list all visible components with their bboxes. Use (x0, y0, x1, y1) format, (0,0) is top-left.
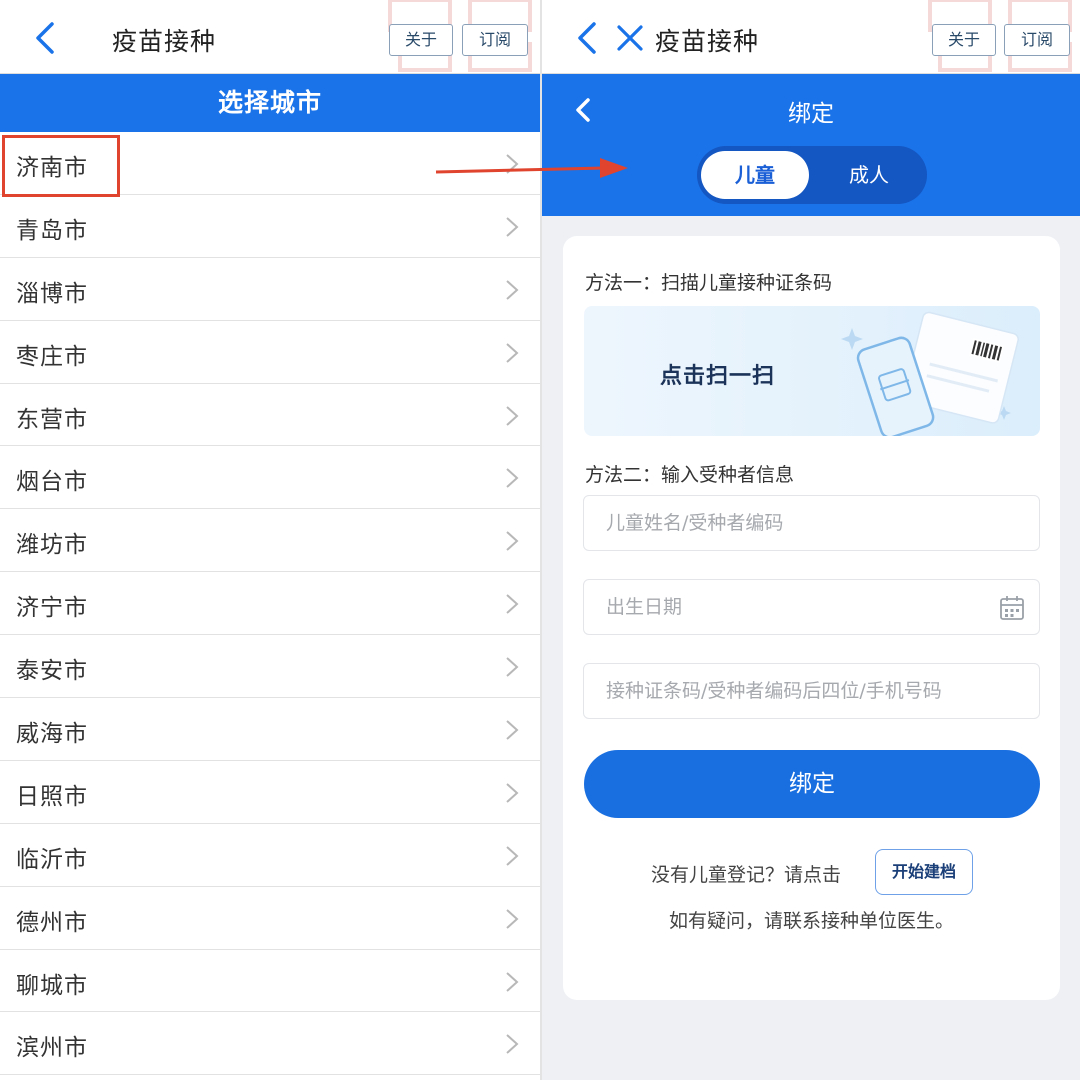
register-prompt: 没有儿童登记？请点击 (651, 864, 842, 886)
city-list-item[interactable]: 临沂市 (0, 823, 540, 887)
chevron-right-icon (506, 846, 519, 866)
app-title: 疫苗接种 (112, 27, 217, 56)
chevron-right-icon (506, 280, 519, 300)
city-name: 威海市 (16, 721, 88, 748)
scan-label: 点击扫一扫 (660, 364, 776, 389)
city-name: 青岛市 (16, 217, 88, 244)
method-two-label: 方法二：输入受种者信息 (585, 464, 795, 486)
city-list-item[interactable]: 泰安市 (0, 635, 540, 699)
city-list-item[interactable]: 威海市 (0, 698, 540, 761)
city-list-item[interactable]: 烟台市 (0, 446, 540, 510)
city-name: 东营市 (16, 406, 88, 433)
city-list-header: 选择城市 (0, 74, 540, 132)
back-icon[interactable] (572, 20, 602, 56)
top-bar: 疫苗接种 关于 订阅 (0, 0, 540, 74)
chevron-right-icon (506, 531, 519, 552)
chevron-right-icon (506, 1034, 519, 1055)
chevron-right-icon (506, 342, 519, 363)
city-name: 枣庄市 (16, 343, 88, 370)
bind-header: 绑定 儿童 成人 (542, 74, 1080, 216)
city-name: 济宁市 (16, 595, 88, 622)
chevron-right-icon (506, 594, 519, 614)
tab-child[interactable]: 儿童 (701, 151, 809, 199)
subscribe-button[interactable]: 订阅 (1004, 24, 1070, 56)
city-list-item[interactable]: 济宁市 (0, 572, 540, 636)
chevron-right-icon (506, 468, 519, 489)
city-list-item[interactable]: 淄博市 (0, 257, 540, 321)
app-title: 疫苗接种 (655, 27, 760, 56)
city-name: 潍坊市 (16, 532, 88, 559)
start-register-button[interactable]: 开始建档 (875, 849, 973, 895)
close-icon[interactable] (614, 22, 646, 54)
city-name: 泰安市 (16, 658, 88, 685)
bind-button[interactable]: 绑定 (584, 750, 1040, 818)
city-list-item[interactable]: 枣庄市 (0, 320, 540, 384)
about-button[interactable]: 关于 (389, 24, 453, 56)
chevron-right-icon (506, 405, 519, 426)
city-list-item[interactable]: 德州市 (0, 886, 540, 950)
chevron-right-icon (506, 908, 519, 929)
register-row: 没有儿童登记？请点击 开始建档 (563, 846, 1060, 896)
city-list-item[interactable]: 青岛市 (0, 194, 540, 258)
chevron-right-icon (506, 783, 519, 803)
city-list-item[interactable]: 聊城市 (0, 949, 540, 1013)
page-title: 绑定 (788, 101, 834, 127)
scan-card[interactable]: 点击扫一扫 (584, 306, 1040, 436)
user-type-toggle: 儿童 成人 (697, 146, 927, 204)
city-name: 临沂市 (16, 846, 88, 873)
city-name: 德州市 (16, 909, 88, 936)
method-one-label: 方法一：扫描儿童接种证条码 (585, 272, 833, 294)
birth-date-input[interactable] (584, 580, 1039, 634)
bind-form-card: 方法一：扫描儿童接种证条码 点击扫一扫 方法二：输入受种者信息 儿童姓名/受种者… (563, 236, 1060, 1000)
city-list-item[interactable]: 日照市 (0, 760, 540, 824)
subscribe-button[interactable]: 订阅 (462, 24, 528, 56)
city-name: 滨州市 (16, 1035, 88, 1062)
phone-scan-illustration-icon (841, 311, 1019, 436)
chevron-right-icon (506, 971, 519, 992)
city-name: 淄博市 (16, 280, 88, 307)
city-list-item[interactable]: 滨州市 (0, 1012, 540, 1076)
birth-date-field[interactable] (583, 579, 1040, 635)
selected-city-highlight (2, 135, 120, 197)
city-list-item[interactable]: 潍坊市 (0, 509, 540, 573)
certificate-code-input[interactable] (584, 664, 1039, 718)
calendar-icon[interactable] (999, 595, 1025, 621)
tab-adult[interactable]: 成人 (815, 151, 923, 199)
city-list-item[interactable]: 东营市 (0, 383, 540, 447)
chevron-right-icon (506, 657, 519, 677)
name-input[interactable] (584, 496, 1039, 550)
name-field[interactable] (583, 495, 1040, 551)
chevron-right-icon (506, 217, 519, 237)
about-button[interactable]: 关于 (932, 24, 996, 56)
chevron-right-icon (506, 720, 519, 740)
help-text: 如有疑问，请联系接种单位医生。 (668, 910, 954, 932)
top-bar: 疫苗接种 关于 订阅 (542, 0, 1080, 74)
transition-arrow-icon (435, 158, 628, 178)
city-name: 日照市 (16, 783, 88, 810)
city-name: 聊城市 (16, 972, 88, 999)
back-icon[interactable] (30, 20, 60, 56)
city-list: 济南市 青岛市 淄博市 枣庄市 东营市 烟台市 潍坊市 济宁市 泰安市 威海市 日照市 临沂市 德州市聊… (0, 132, 540, 1076)
certificate-code-field[interactable] (583, 663, 1040, 719)
city-name: 烟台市 (16, 469, 88, 496)
